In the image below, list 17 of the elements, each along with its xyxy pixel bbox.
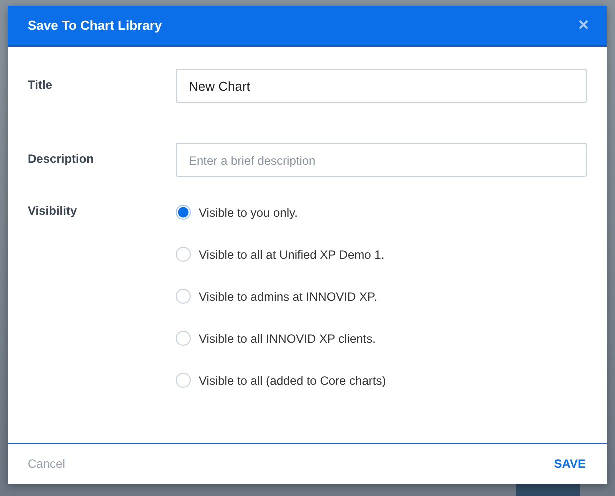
dialog-title: Save To Chart Library — [28, 18, 162, 33]
radio-button[interactable] — [176, 289, 191, 304]
radio-button[interactable] — [176, 373, 191, 388]
field-label: Description — [28, 151, 96, 166]
save-button[interactable]: SAVE — [554, 457, 586, 471]
input-field[interactable]: New Chart — [176, 69, 587, 103]
input-field[interactable]: Enter a brief description — [176, 143, 587, 177]
radio-button[interactable] — [176, 331, 191, 346]
radio-button[interactable] — [176, 247, 191, 262]
radio-option[interactable]: Visible to you only. — [176, 203, 386, 222]
radio-option[interactable]: Visible to all INNOVID XP clients. — [176, 329, 386, 348]
radio-option[interactable]: Visible to all (added to Core charts) — [176, 371, 386, 390]
radio-option[interactable]: Visible to all at Unified XP Demo 1. — [176, 245, 386, 264]
radio-option[interactable]: Visible to admins at INNOVID XP. — [176, 287, 386, 306]
field-label: Title — [28, 77, 54, 92]
radio-button[interactable] — [176, 205, 191, 220]
visibility-label: Visibility — [28, 203, 78, 220]
